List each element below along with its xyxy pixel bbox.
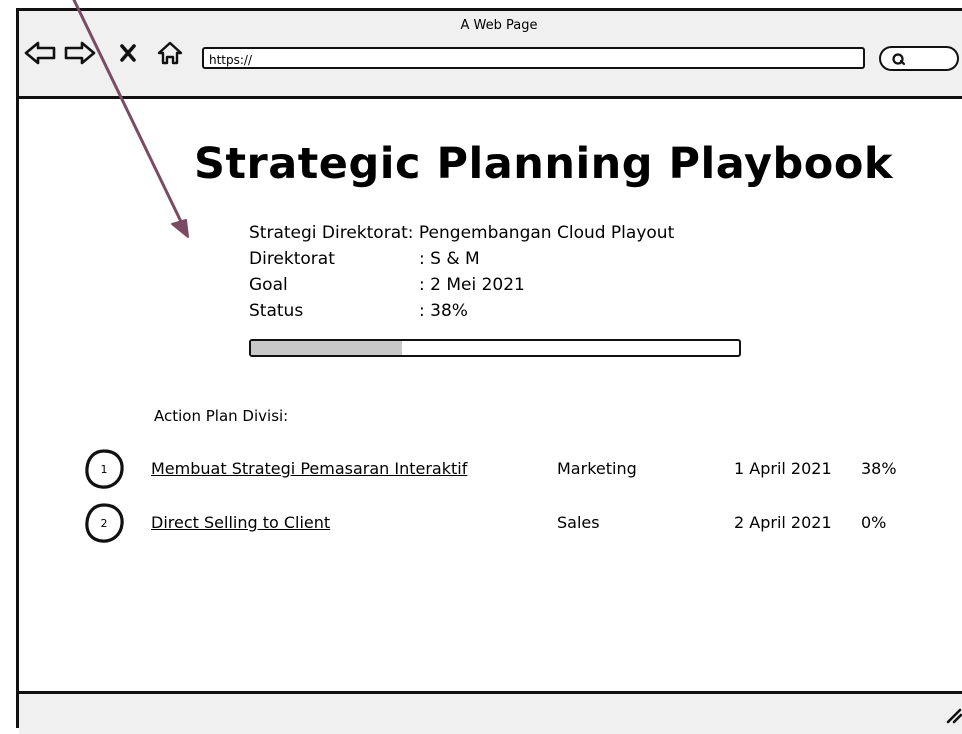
status-bar [19,691,962,734]
direktorat-value: : S & M [419,249,480,269]
progress-fill [251,341,403,355]
resize-grip-icon[interactable] [944,704,962,724]
home-icon [157,41,183,65]
division-cell: Marketing [557,459,637,478]
goal-line: Goal : 2 Mei 2021 [249,275,525,295]
page-title: Strategic Planning Playbook [194,139,893,189]
table-row: 2 Direct Selling to Client Sales 2 April… [19,501,962,549]
status-value: : 38% [419,301,468,321]
status-line: Status : 38% [249,301,468,321]
date-cell: 2 April 2021 [734,513,832,532]
date-cell: 1 April 2021 [734,459,832,478]
goal-value: : 2 Mei 2021 [419,275,525,295]
window-title: A Web Page [460,18,538,33]
direktorat-label: Direktorat [249,249,335,269]
division-cell: Sales [557,513,600,532]
back-button[interactable] [23,38,57,68]
close-icon [120,44,136,62]
row-number-badge: 1 [81,447,127,491]
row-number-badge: 2 [81,501,127,545]
goal-label: Goal [249,275,288,295]
browser-window: A Web Page https:// Strategic Planning P… [16,8,962,734]
search-icon [892,53,906,66]
status-progress-bar [249,339,741,357]
action-plan-link[interactable]: Direct Selling to Client [151,513,330,532]
strategy-line: Strategi Direktorat: Pengembangan Cloud … [249,223,674,243]
search-button[interactable] [879,46,959,71]
action-plan-link[interactable]: Membuat Strategi Pemasaran Interaktif [151,459,467,478]
forward-arrow-icon [64,41,96,65]
percent-cell: 0% [861,513,887,532]
url-input[interactable]: https:// [202,47,865,69]
action-plan-label: Action Plan Divisi: [154,407,289,425]
direktorat-line: Direktorat : S & M [249,249,480,269]
back-arrow-icon [24,41,56,65]
strategy-label: Strategi Direktorat [249,223,408,243]
percent-cell: 38% [861,459,897,478]
home-button[interactable] [155,38,185,68]
status-label: Status [249,301,304,321]
table-row: 1 Membuat Strategi Pemasaran Interaktif … [19,447,962,495]
strategy-value: : Pengembangan Cloud Playout [407,223,675,243]
forward-button[interactable] [63,38,97,68]
browser-toolbar: A Web Page https:// [19,11,962,99]
stop-button[interactable] [117,38,139,68]
